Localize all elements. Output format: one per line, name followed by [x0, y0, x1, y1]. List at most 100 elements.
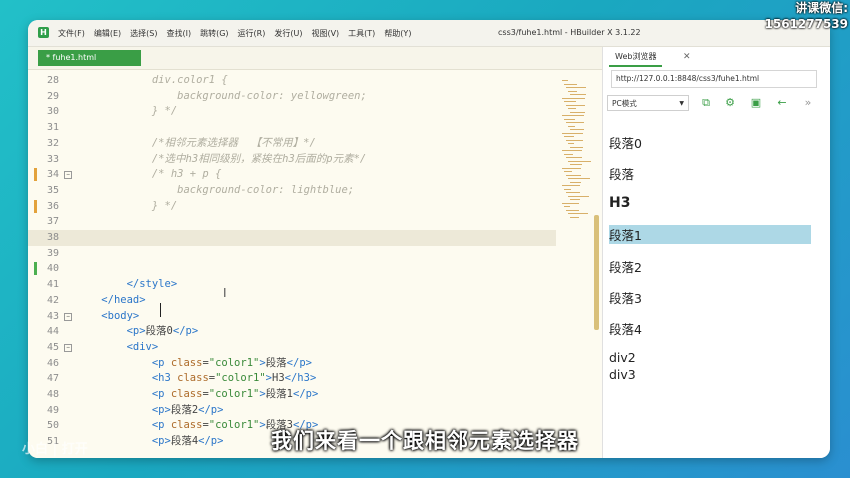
preview-paragraph: 段落2: [609, 260, 642, 275]
line-number: 41: [46, 279, 59, 291]
device-mode-label: PC模式: [612, 99, 637, 108]
chevron-down-icon: ▼: [679, 100, 684, 107]
tab-web-browser[interactable]: Web浏览器: [609, 49, 663, 67]
code-line[interactable]: 34− /* h3 + p {: [28, 167, 556, 183]
minimap-line: [570, 129, 584, 130]
menu-item-7[interactable]: 视图(V): [311, 28, 339, 39]
minimap-line: [568, 178, 590, 179]
preview-paragraph: 段落0: [609, 136, 642, 151]
code-line[interactable]: 30 } */: [28, 104, 556, 120]
line-number: 30: [46, 106, 59, 118]
code-line[interactable]: 47 <h3 class="color1">H3</h3>: [28, 371, 556, 387]
more-icon[interactable]: »: [801, 96, 815, 110]
url-field[interactable]: http://127.0.0.1:8848/css3/fuhe1.html: [611, 70, 817, 88]
menu-item-0[interactable]: 文件(F): [58, 28, 85, 39]
code-line[interactable]: 41 </style>: [28, 277, 556, 293]
menu-item-6[interactable]: 发行(U): [274, 28, 302, 39]
back-arrow-icon[interactable]: ←: [775, 96, 789, 110]
minimap-line: [568, 195, 589, 197]
window-title: css3/fuhe1.html - HBuilder X 3.1.22: [498, 28, 641, 37]
code-line[interactable]: 32 /*相邻元素选择器 【不常用】*/: [28, 136, 556, 152]
line-number: 45: [46, 341, 59, 353]
minimap-line: [564, 118, 575, 120]
code-line[interactable]: 49 <p>段落2</p>: [28, 403, 556, 419]
minimap-line: [562, 97, 585, 99]
code-line[interactable]: 40: [28, 261, 556, 277]
close-icon[interactable]: ✕: [683, 49, 691, 65]
code-text: /* h3 + p {: [76, 168, 222, 181]
code-text: <p>段落0</p>: [126, 325, 199, 338]
minimap-line: [570, 216, 579, 218]
minimap-line: [564, 188, 571, 190]
code-text: </style>: [126, 278, 178, 291]
line-number: 29: [46, 90, 59, 102]
code-text: /*相邻元素选择器 【不常用】*/: [76, 136, 316, 149]
title-bar: H 文件(F) 编辑(E) 选择(S) 查找(I) 跳转(G) 运行(R) 发行(U) 视图(…: [28, 20, 830, 47]
code-line[interactable]: 29 background-color: yellowgreen;: [28, 89, 556, 105]
minimap-line: [562, 80, 568, 81]
line-number: 46: [46, 357, 59, 369]
code-text: } */: [76, 199, 178, 212]
watermark-line-1: 讲课微信:: [795, 1, 848, 15]
minimap-line: [564, 83, 577, 85]
minimap-line: [562, 115, 584, 116]
code-text: <p>段落2</p>: [151, 403, 224, 416]
code-line[interactable]: 44 <p>段落0</p>: [28, 324, 556, 340]
fold-toggle-icon[interactable]: −: [64, 171, 72, 180]
menu-item-9[interactable]: 帮助(Y): [384, 28, 411, 39]
code-line[interactable]: 36 } */: [28, 199, 556, 215]
code-text: div.color1 {: [76, 74, 228, 86]
minimap-line: [566, 122, 584, 123]
code-line[interactable]: 28 div.color1 {: [28, 73, 556, 89]
line-number: 28: [46, 75, 59, 86]
menu-item-4[interactable]: 跳转(G): [200, 28, 228, 39]
code-line[interactable]: 46 <p class="color1">段落</p>: [28, 356, 556, 372]
code-line[interactable]: 38: [28, 230, 556, 246]
minimap-line: [570, 111, 585, 113]
menu-item-2[interactable]: 选择(S): [130, 28, 157, 39]
line-number: 49: [46, 404, 59, 416]
menu-item-1[interactable]: 编辑(E): [94, 28, 121, 39]
tab-fuhe1-html[interactable]: * fuhe1.html: [38, 50, 141, 66]
minimap-line: [568, 108, 576, 109]
open-external-icon[interactable]: ⧉: [699, 96, 713, 110]
code-line[interactable]: 43− <body>: [28, 309, 556, 325]
code-line[interactable]: 39: [28, 246, 556, 262]
menu-item-5[interactable]: 运行(R): [238, 28, 266, 39]
minimap[interactable]: [556, 70, 596, 458]
console-icon[interactable]: ▣: [749, 96, 763, 110]
code-text: background-color: lightblue;: [76, 183, 355, 196]
code-line[interactable]: 45− <div>: [28, 340, 556, 356]
code-line[interactable]: 31: [28, 120, 556, 136]
fold-toggle-icon[interactable]: −: [64, 343, 72, 352]
fold-toggle-icon[interactable]: −: [64, 312, 72, 321]
code-line[interactable]: 35 background-color: lightblue;: [28, 183, 556, 199]
video-subtitle: 我们来看一个跟相邻元素选择器: [271, 429, 579, 453]
gear-icon[interactable]: ⚙: [723, 96, 737, 110]
line-number: 31: [46, 122, 59, 134]
code-text: } */: [76, 105, 178, 118]
minimap-line: [566, 104, 585, 106]
menu-item-3[interactable]: 查找(I): [166, 28, 191, 39]
device-mode-select[interactable]: PC模式 ▼: [607, 95, 689, 111]
preview-heading: H3: [609, 195, 631, 211]
minimap-line: [570, 164, 582, 165]
preview-paragraph: div3: [609, 367, 636, 382]
code-line[interactable]: 48 <p class="color1">段落1</p>: [28, 387, 556, 403]
code-line[interactable]: 37: [28, 214, 556, 230]
code-text: <h3 class="color1">H3</h3>: [151, 372, 317, 385]
menu-item-8[interactable]: 工具(T): [348, 28, 375, 39]
code-text: <div>: [126, 340, 159, 353]
minimap-line: [564, 136, 574, 137]
code-line[interactable]: 42 </head>: [28, 293, 556, 309]
code-text: <body>: [101, 309, 140, 322]
code-line[interactable]: 33 /*选中h3相同级别，紧挨在h3后面的p元素*/: [28, 152, 556, 168]
editor-scrollbar[interactable]: [594, 215, 599, 330]
preview-paragraph: 段落4: [609, 322, 642, 337]
web-browser-panel: Web浏览器 ✕ http://127.0.0.1:8848/css3/fuhe…: [602, 47, 830, 458]
minimap-line: [570, 199, 580, 200]
line-number: 37: [46, 216, 59, 228]
line-number: 35: [46, 184, 59, 196]
code-editor[interactable]: 28 div.color1 {29 background-color: yell…: [28, 70, 600, 458]
line-number: 42: [46, 294, 59, 306]
